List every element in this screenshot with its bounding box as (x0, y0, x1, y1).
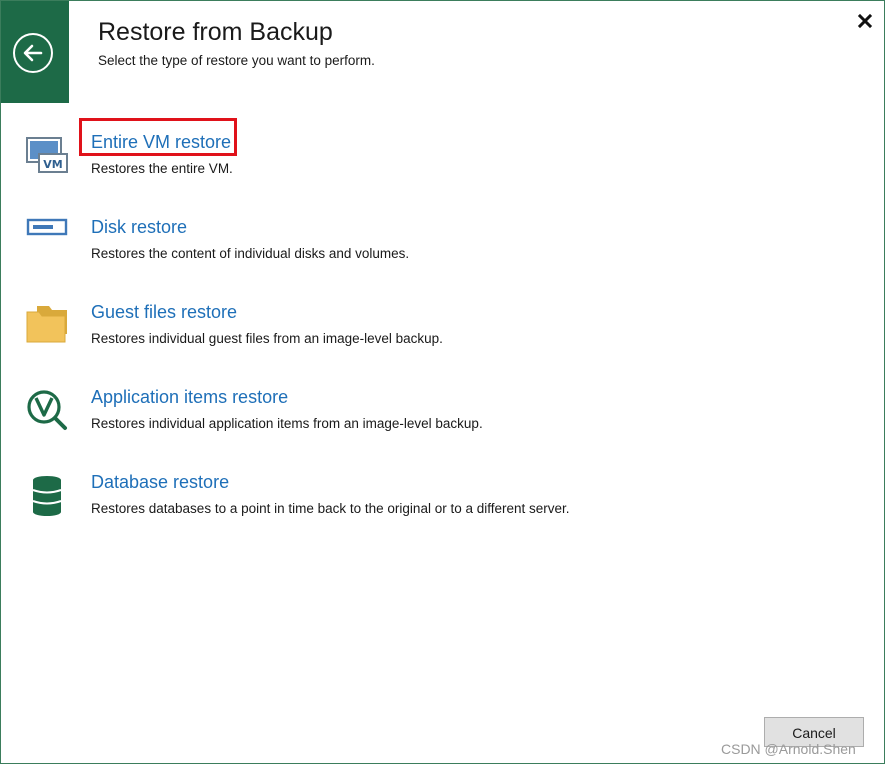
database-restore-link[interactable]: Database restore (91, 472, 229, 493)
dialog-title: Restore from Backup (98, 18, 333, 46)
application-items-restore-link[interactable]: Application items restore (91, 387, 288, 408)
option-guest-files-restore[interactable]: Guest files restore Restores individual … (1, 302, 881, 364)
header-side-panel (1, 1, 69, 103)
database-icon (25, 474, 69, 518)
option-application-items-restore[interactable]: Application items restore Restores indiv… (1, 387, 881, 449)
guest-files-restore-description: Restores individual guest files from an … (91, 331, 443, 346)
svg-text:VM: VM (43, 158, 62, 171)
close-button[interactable] (856, 12, 874, 30)
application-search-icon (25, 389, 69, 433)
disk-restore-link[interactable]: Disk restore (91, 217, 187, 238)
disk-restore-description: Restores the content of individual disks… (91, 246, 410, 261)
restore-dialog: Restore from Backup Select the type of r… (0, 0, 885, 764)
watermark-text: CSDN @Arnold.Shen (721, 741, 856, 757)
back-button[interactable] (13, 33, 53, 73)
back-arrow-icon (23, 44, 43, 62)
entire-vm-restore-description: Restores the entire VM. (91, 161, 233, 176)
entire-vm-restore-link[interactable]: Entire VM restore (91, 132, 231, 153)
vm-icon: VM (25, 135, 69, 179)
close-icon (857, 13, 873, 29)
database-restore-description: Restores databases to a point in time ba… (91, 501, 570, 516)
option-entire-vm-restore[interactable]: VM Entire VM restore Restores the entire… (1, 132, 881, 194)
application-items-restore-description: Restores individual application items fr… (91, 416, 483, 431)
option-database-restore[interactable]: Database restore Restores databases to a… (1, 472, 881, 534)
disk-icon (25, 217, 69, 261)
folder-icon (25, 304, 69, 348)
dialog-subtitle: Select the type of restore you want to p… (98, 53, 375, 68)
option-disk-restore[interactable]: Disk restore Restores the content of ind… (1, 217, 881, 279)
guest-files-restore-link[interactable]: Guest files restore (91, 302, 237, 323)
